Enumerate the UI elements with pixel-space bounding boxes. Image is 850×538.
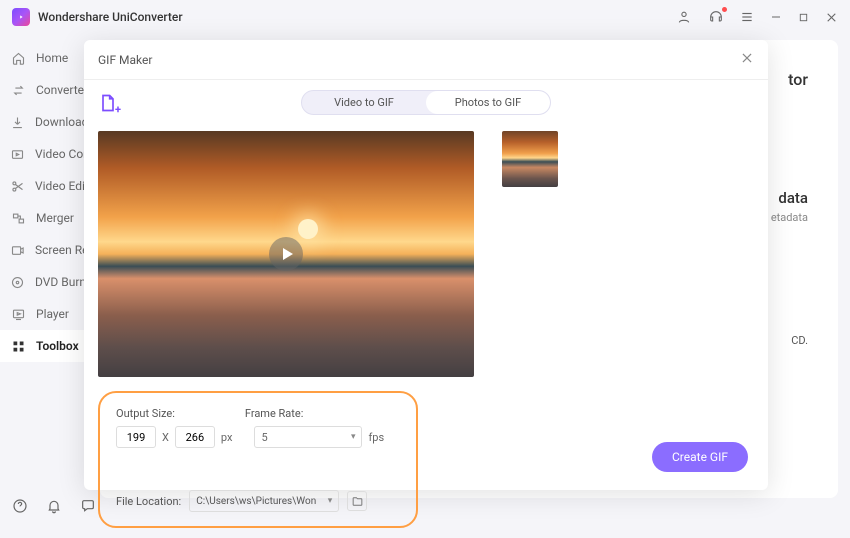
file-location-value: C:\Users\ws\Pictures\Wonders xyxy=(196,496,316,507)
record-icon xyxy=(10,242,25,258)
menu-icon[interactable] xyxy=(740,10,754,24)
maximize-icon[interactable] xyxy=(798,12,809,23)
sidebar-item-label: Toolbox xyxy=(36,339,79,353)
play-icon xyxy=(10,306,26,322)
frame-rate-label: Frame Rate: xyxy=(245,407,304,420)
fps-value: 5 xyxy=(261,431,267,444)
convert-icon xyxy=(10,82,26,98)
chevron-down-icon: ▾ xyxy=(351,432,356,442)
titlebar-controls xyxy=(676,9,838,25)
tab-photos-to-gif[interactable]: Photos to GIF xyxy=(426,91,550,114)
chevron-down-icon: ▾ xyxy=(328,496,333,506)
close-icon[interactable] xyxy=(740,50,754,69)
merge-icon xyxy=(10,210,26,226)
compress-icon xyxy=(10,146,25,162)
fps-select[interactable]: 5▾ xyxy=(254,426,362,448)
thumbnail-1[interactable] xyxy=(502,131,558,187)
preview-sun xyxy=(298,219,318,239)
support-icon[interactable] xyxy=(708,9,724,25)
browse-folder-button[interactable] xyxy=(347,491,367,511)
mode-toggle: Video to GIF Photos to GIF xyxy=(301,90,551,115)
add-file-icon[interactable]: + xyxy=(98,93,118,113)
sidebar-item-label: Merger xyxy=(36,211,74,225)
sidebar-item-label: Converter xyxy=(36,83,88,97)
modal-title: GIF Maker xyxy=(98,53,152,67)
grid-icon xyxy=(10,338,26,354)
bell-icon[interactable] xyxy=(46,498,62,518)
file-location-select[interactable]: C:\Users\ws\Pictures\Wonders ▾ xyxy=(189,490,339,512)
width-input[interactable] xyxy=(116,426,156,448)
disc-icon xyxy=(10,274,25,290)
minimize-icon[interactable] xyxy=(770,11,782,23)
output-size-label: Output Size: xyxy=(116,407,175,420)
close-icon[interactable] xyxy=(825,11,838,24)
app-title: Wondershare UniConverter xyxy=(38,10,668,24)
modal-header: GIF Maker xyxy=(84,40,768,80)
sidebar-item-label: Player xyxy=(36,307,69,321)
home-icon xyxy=(10,50,26,66)
titlebar: Wondershare UniConverter xyxy=(0,0,850,34)
sidebar-item-label: Home xyxy=(36,51,68,65)
options-panel: Output Size: Frame Rate: X px 5▾ fps Fil… xyxy=(98,391,418,528)
download-icon xyxy=(10,114,25,130)
fps-label: fps xyxy=(368,431,384,444)
account-icon[interactable] xyxy=(676,9,692,25)
app-logo xyxy=(12,8,30,26)
scissors-icon xyxy=(10,178,25,194)
px-label: px xyxy=(221,431,233,444)
create-gif-button[interactable]: Create GIF xyxy=(652,442,748,472)
play-button[interactable] xyxy=(269,237,303,271)
video-preview[interactable] xyxy=(98,131,474,377)
file-location-label: File Location: xyxy=(116,495,181,508)
times-label: X xyxy=(162,431,169,444)
height-input[interactable] xyxy=(175,426,215,448)
tab-video-to-gif[interactable]: Video to GIF xyxy=(302,91,426,114)
gif-maker-modal: GIF Maker + Video to GIF Photos to GIF O… xyxy=(84,40,768,490)
help-icon[interactable] xyxy=(12,498,28,518)
